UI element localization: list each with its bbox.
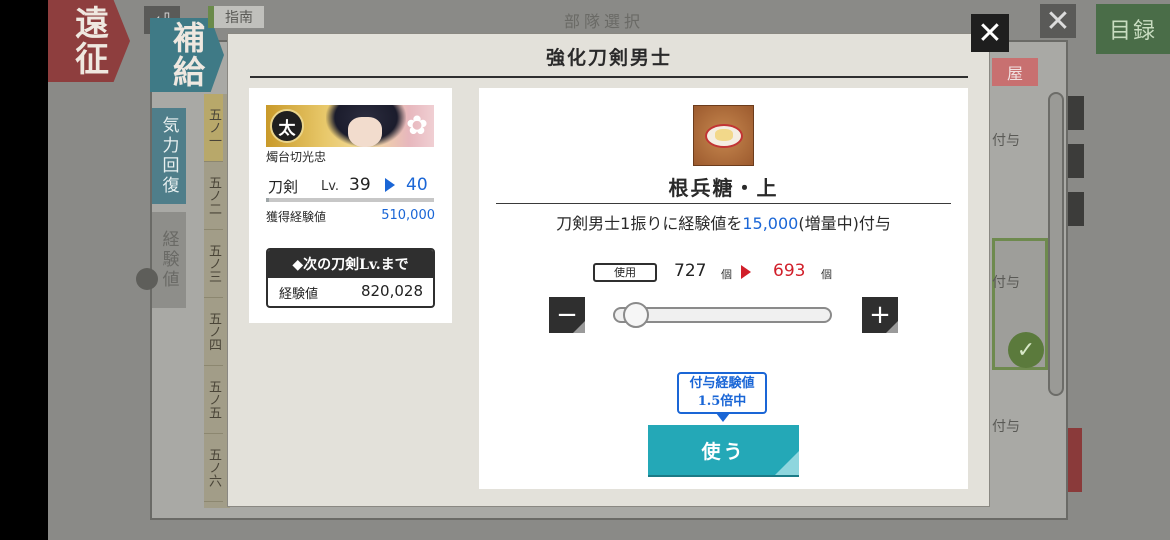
sword-type-label: 刀剣 <box>268 178 299 196</box>
item-desc-text: 刀剣男士1振りに経験値を <box>556 214 743 233</box>
background-heading: 部隊選択 <box>564 12 645 31</box>
background-text: 付与 <box>992 275 1020 291</box>
bonus-line-2: 1.5倍中 <box>697 394 747 409</box>
unit-slot: 五ノ二 <box>204 162 223 230</box>
background-tab <box>1068 144 1084 178</box>
sword-info-panel: 太 ✿ 燭台切光忠 刀剣 Lv. 39 40 獲得経験値 510,000 ◆次の… <box>249 88 452 323</box>
bonus-line-1: 付与経験値 <box>689 376 755 391</box>
exp-progress-bar <box>266 198 434 202</box>
item-desc-amount: 15,000 <box>742 214 799 233</box>
unit-slot: 五ノ四 <box>204 298 223 366</box>
item-panel: 根兵糖・上 刀剣男士1振りに経験値を15,000(増量中)付与 使用 727 個… <box>479 88 968 489</box>
catalog-button: 目録 <box>1096 4 1170 54</box>
item-description: 刀剣男士1振りに経験値を15,000(増量中)付与 <box>479 210 968 234</box>
use-count-tag: 使用 <box>593 263 657 282</box>
item-divider <box>496 203 951 204</box>
next-level-exp-value: 820,028 <box>360 282 423 300</box>
close-icon[interactable]: ✕ <box>971 14 1009 52</box>
background-text: 付与 <box>992 419 1020 435</box>
left-scroll-icon <box>136 268 158 290</box>
level-current: 39 <box>349 175 371 195</box>
background-tab <box>1068 96 1084 130</box>
arrow-right-icon <box>385 178 395 192</box>
next-level-header: ◆次の刀剣Lv.まで <box>268 250 433 278</box>
exp-gain-label: 獲得経験値 <box>266 210 327 224</box>
portrait-face <box>348 117 382 147</box>
designate-button: 指南 <box>208 6 264 28</box>
background-text: 付与 <box>992 133 1020 149</box>
background-tab <box>1068 428 1082 492</box>
sword-type-badge: 太 <box>270 109 304 143</box>
exp-progress-fill <box>266 198 270 202</box>
level-label: Lv. <box>321 179 340 194</box>
owned-count: 727 <box>674 261 707 281</box>
next-level-exp-label: 経験値 <box>279 287 319 302</box>
sword-portrait: 太 ✿ <box>266 105 434 147</box>
sword-name: 燭台切光忠 <box>266 150 327 164</box>
supply-tab: 補給 <box>150 18 224 92</box>
exp-bonus-badge: 付与経験値 1.5倍中 <box>677 372 767 422</box>
unit-slot: 五ノ五 <box>204 366 223 434</box>
use-button[interactable]: 使う <box>648 425 799 475</box>
arrow-right-icon <box>741 265 751 279</box>
shop-tab: 屋 <box>992 58 1038 86</box>
unit-slot: 五ノ六 <box>204 434 223 502</box>
next-level-box: ◆次の刀剣Lv.まで 経験値 820,028 <box>266 248 435 308</box>
check-icon: ✓ <box>1008 332 1044 368</box>
remaining-count: 693 <box>773 261 806 281</box>
item-name: 根兵糖・上 <box>668 176 779 200</box>
background-close-icon: ✕ <box>1040 4 1076 39</box>
unit-slot: 五ノ一 <box>204 94 223 162</box>
expedition-tab: 遠征 <box>48 0 130 82</box>
plus-button[interactable]: + <box>862 297 898 333</box>
level-next: 40 <box>406 175 428 195</box>
exp-gain-value: 510,000 <box>381 208 435 223</box>
cherry-blossom-icon: ✿ <box>406 111 428 141</box>
unit-label: 個 <box>721 268 732 281</box>
next-level-body: 経験値 820,028 <box>268 278 433 306</box>
unit-slot: 五ノ三 <box>204 230 223 298</box>
unit-label: 個 <box>821 268 832 281</box>
item-desc-suffix: (増量中)付与 <box>798 214 891 233</box>
item-plate-icon <box>704 123 743 148</box>
modal-title: 強化刀剣男士 <box>250 44 968 78</box>
minus-button[interactable]: − <box>549 297 585 333</box>
side-tab-keiken: 経験値 <box>152 212 186 308</box>
background-tab <box>1068 192 1084 226</box>
side-tab-kiryoku: 気力回復 <box>152 108 186 204</box>
quantity-slider-thumb[interactable] <box>622 302 649 328</box>
konpeito-icon <box>693 105 754 166</box>
background-scrollbar <box>1048 92 1064 396</box>
